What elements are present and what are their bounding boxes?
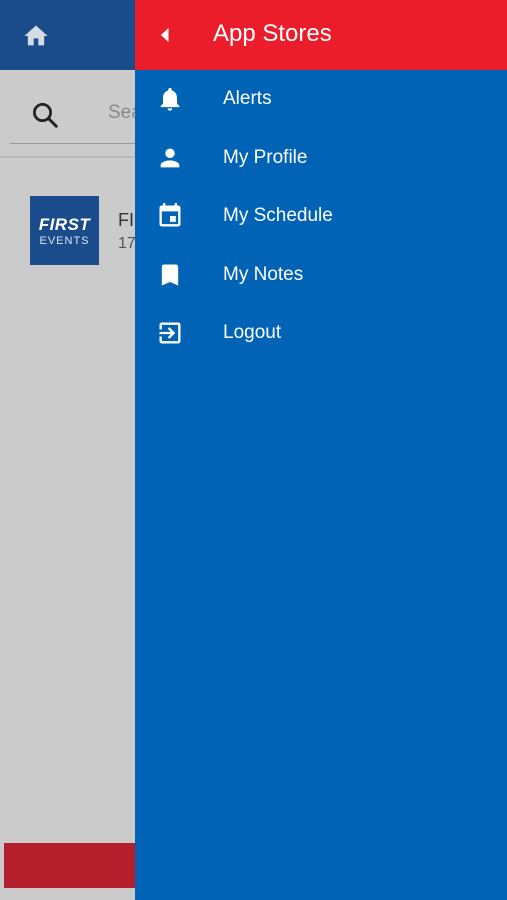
menu-label-alerts: Alerts xyxy=(223,88,272,109)
back-arrow-icon[interactable] xyxy=(151,21,179,49)
home-icon[interactable] xyxy=(22,22,50,50)
menu-label-my-schedule: My Schedule xyxy=(223,205,333,227)
event-subtitle: 17 xyxy=(118,235,136,252)
menu-item-logout[interactable]: Logout xyxy=(135,304,507,363)
menu-item-my-schedule[interactable]: My Schedule xyxy=(135,187,507,246)
menu-item-my-notes[interactable]: My Notes xyxy=(135,246,507,305)
menu-item-alerts[interactable]: Alerts xyxy=(135,70,507,129)
person-icon xyxy=(156,144,184,172)
menu-label-logout: Logout xyxy=(223,322,282,344)
drawer-title: App Stores xyxy=(213,20,332,47)
menu-label-my-profile: My Profile xyxy=(223,146,308,168)
logout-icon xyxy=(156,319,184,347)
menu-label-my-notes: My Notes xyxy=(223,263,304,285)
drawer-header: App Stores xyxy=(135,0,507,70)
calendar-icon xyxy=(156,202,184,230)
drawer-menu: Alerts My Profile My Schedule My Notes L… xyxy=(135,70,507,363)
navigation-drawer: App Stores Alerts My Profile My Schedule… xyxy=(135,0,507,900)
logo-text-top: FIRST xyxy=(38,215,91,234)
event-title[interactable]: FI xyxy=(118,210,134,231)
first-events-logo: FIRST EVENTS xyxy=(30,196,99,265)
menu-item-my-profile[interactable]: My Profile xyxy=(135,129,507,188)
search-icon xyxy=(30,100,60,130)
bell-icon xyxy=(156,85,184,113)
bookmark-icon xyxy=(156,261,184,289)
logo-text-bottom: EVENTS xyxy=(39,235,90,247)
